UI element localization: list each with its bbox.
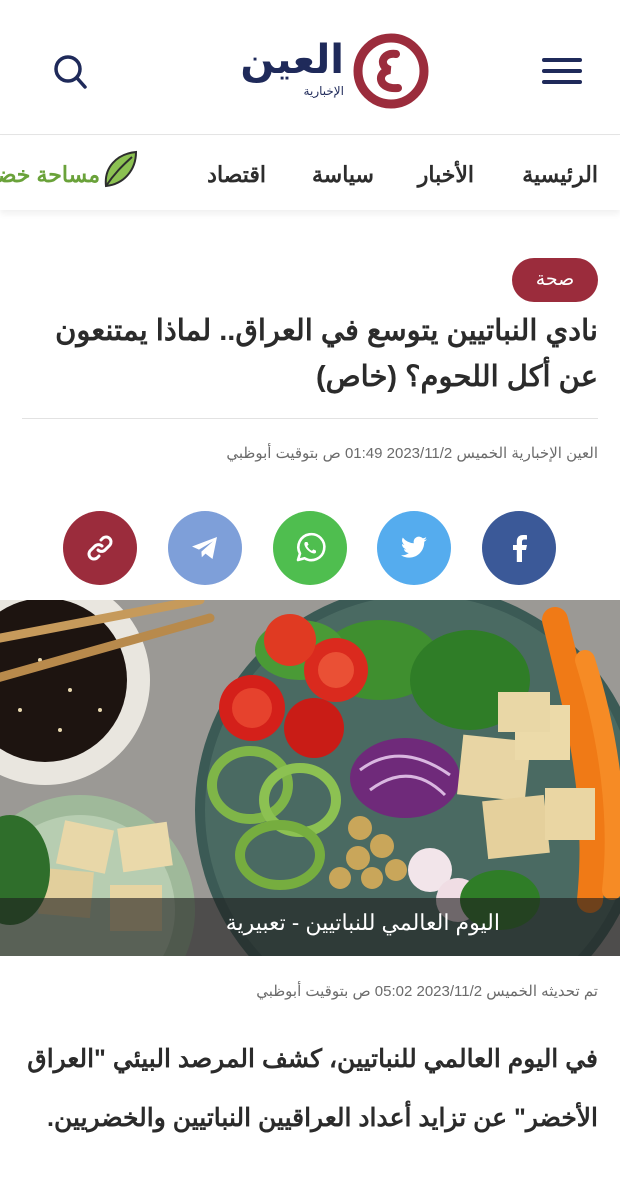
article-body-lead: في اليوم العالمي للنباتيين، كشف المرصد ا… xyxy=(27,1045,598,1132)
nav-item-green-space[interactable]: مساحة خضراء xyxy=(0,162,100,188)
share-twitter-button[interactable] xyxy=(377,511,451,585)
share-facebook-button[interactable] xyxy=(482,511,556,585)
site-logo[interactable]: العين الإخبارية xyxy=(216,30,432,114)
logo-mark-icon xyxy=(353,33,429,109)
facebook-icon xyxy=(513,535,527,562)
logo-subtitle: الإخبارية xyxy=(303,84,344,98)
link-icon xyxy=(87,535,113,561)
share-telegram-button[interactable] xyxy=(168,511,242,585)
article-image[interactable]: اليوم العالمي للنباتيين - تعبيرية xyxy=(0,600,620,956)
image-caption-bar: اليوم العالمي للنباتيين - تعبيرية xyxy=(0,898,620,956)
site-header: العين الإخبارية xyxy=(0,0,620,135)
nav-item-home[interactable]: الرئيسية xyxy=(522,162,598,188)
hamburger-menu-icon[interactable] xyxy=(542,58,582,84)
leaf-icon xyxy=(104,150,138,188)
search-icon[interactable] xyxy=(52,52,88,92)
share-whatsapp-button[interactable] xyxy=(273,511,347,585)
article-meta: العين الإخبارية الخميس 2023/11/2 01:49 ص… xyxy=(226,445,598,462)
image-caption: اليوم العالمي للنباتيين - تعبيرية xyxy=(225,910,500,935)
whatsapp-icon xyxy=(296,532,326,562)
copy-link-button[interactable] xyxy=(63,511,137,585)
logo-name: العين xyxy=(240,37,345,83)
twitter-icon xyxy=(401,536,427,558)
telegram-icon xyxy=(192,537,217,559)
nav-item-politics[interactable]: سياسة xyxy=(312,162,374,188)
article-title: نادي النباتيين يتوسع في العراق.. لماذا ي… xyxy=(55,315,598,393)
nav-item-news[interactable]: الأخبار xyxy=(418,162,474,188)
category-badge[interactable]: صحة xyxy=(512,258,598,302)
divider xyxy=(22,418,598,419)
article-updated: تم تحديثه الخميس 2023/11/2 05:02 ص بتوقي… xyxy=(256,983,598,1000)
nav-item-economy[interactable]: اقتصاد xyxy=(207,162,266,188)
main-nav: الرئيسية الأخبار سياسة اقتصاد مساحة خضرا… xyxy=(0,136,620,210)
